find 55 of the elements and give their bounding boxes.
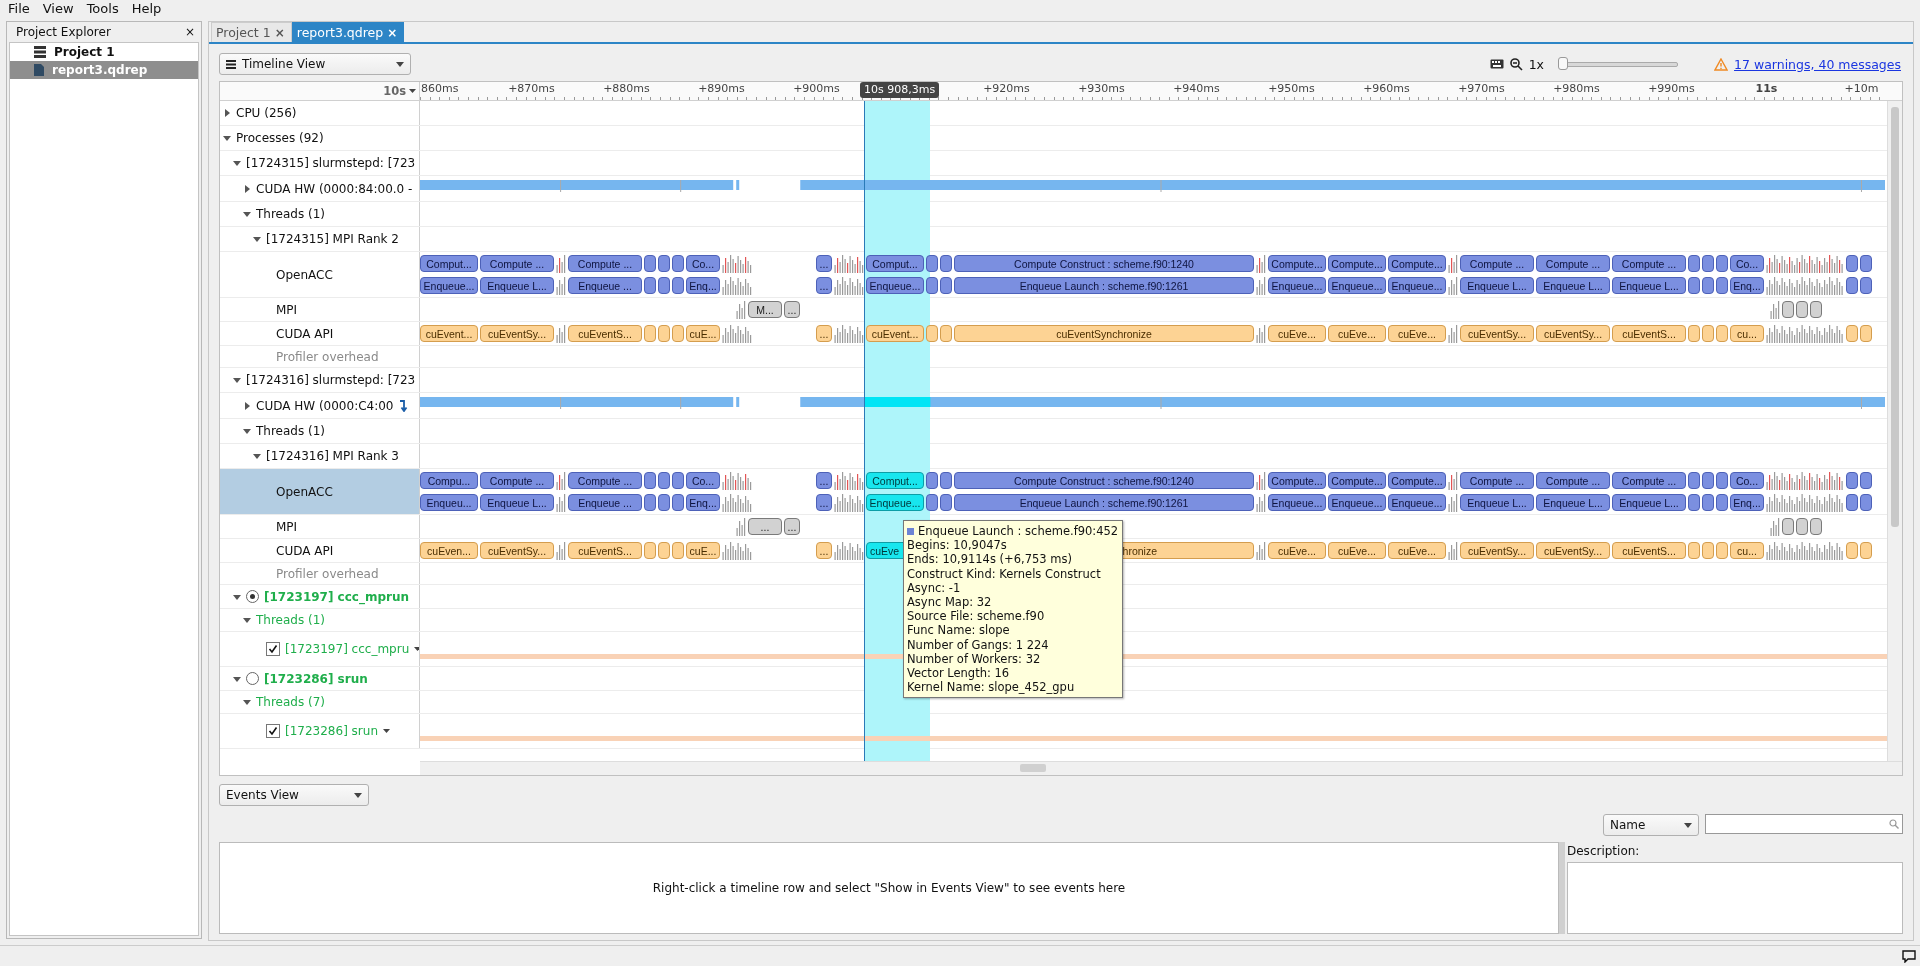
time-tick-label: 860ms xyxy=(420,82,460,96)
tooltip-line: Kernel Name: slope_452_gpu xyxy=(907,680,1076,695)
empty-message: Right-click a timeline row and select "Show in Events View" to see events here xyxy=(652,881,1126,895)
time-tick-label: +970ms xyxy=(1457,82,1506,96)
tooltip-line: Number of Workers: 32 xyxy=(907,651,1042,667)
tooltip-line: Construct Kind: Kernels Construct xyxy=(907,566,1102,581)
row-label: MPI xyxy=(276,302,298,317)
tooltip-line: Async Map: 32 xyxy=(907,595,993,610)
row-label: Threads (1) xyxy=(256,207,326,221)
row-label: CPU (256) xyxy=(236,106,297,120)
time-tick-label: +930ms xyxy=(1077,82,1126,96)
time-tick-label: +900ms xyxy=(792,82,841,96)
tooltip-line: Number of Gangs: 1 224 xyxy=(907,637,1050,652)
time-tick-label: +990ms xyxy=(1647,82,1696,96)
row-label: [1724315] slurmstepd: [723 xyxy=(246,156,416,170)
row-label: Profiler overhead xyxy=(276,566,379,581)
time-tick-label: +880ms xyxy=(602,82,651,96)
row-label: CUDA HW (0000:C4:00 xyxy=(256,398,394,413)
row-label: Threads (1) xyxy=(256,424,326,438)
time-tick-label: +890ms xyxy=(697,82,746,96)
row-label: [1723197] ccc_mpru xyxy=(285,642,410,656)
row-label: [1724316] MPI Rank 3 xyxy=(266,449,399,463)
tooltip-line: Async: -1 xyxy=(907,580,962,595)
time-tick-label: +960ms xyxy=(1362,82,1411,96)
tooltip-line: Vector Length: 16 xyxy=(907,666,1011,681)
row-label: [1723286] srun xyxy=(264,671,368,686)
row-label: Profiler overhead xyxy=(276,349,379,364)
row-label: OpenACC xyxy=(276,484,333,499)
tooltip-line: Func Name: slope xyxy=(907,623,1011,638)
row-label: Threads (1) xyxy=(256,613,326,627)
time-tick-label: +950ms xyxy=(1267,82,1316,96)
time-tick-label: +980ms xyxy=(1552,82,1601,96)
row-label: Processes (92) xyxy=(236,131,324,145)
time-tick-label: 11s xyxy=(1754,82,1779,96)
time-tick-label: +920ms xyxy=(982,82,1031,96)
row-label: Threads (7) xyxy=(256,695,326,709)
row-label: [1723286] srun xyxy=(285,724,379,738)
row-label: OpenACC xyxy=(276,267,333,282)
row-label: CUDA HW (0000:84:00.0 - xyxy=(256,181,413,196)
tooltip-line: Source File: scheme.f90 xyxy=(907,609,1046,624)
cursor-time-badge: 10s 908,3ms xyxy=(860,82,940,98)
row-label: MPI xyxy=(276,519,298,534)
row-label: [1724315] MPI Rank 2 xyxy=(266,232,399,246)
row-label: [1724316] slurmstepd: [723 xyxy=(246,373,416,387)
panel-title: Project Explorer xyxy=(16,25,111,39)
time-unit: 10s xyxy=(383,84,406,98)
time-tick-label: +870ms xyxy=(507,82,556,96)
zoom-level: 1x xyxy=(1528,56,1545,72)
time-tick-label: +940ms xyxy=(1172,82,1221,96)
row-label: CUDA API xyxy=(276,543,334,558)
tooltip-title: Enqueue Launch : scheme.f90:452 xyxy=(918,524,1119,539)
row-label: CUDA API xyxy=(276,326,334,341)
description-label: Description: xyxy=(1567,844,1641,858)
row-label: [1723197] ccc_mprun xyxy=(264,589,410,604)
time-tick-label: +10m xyxy=(1843,82,1880,96)
